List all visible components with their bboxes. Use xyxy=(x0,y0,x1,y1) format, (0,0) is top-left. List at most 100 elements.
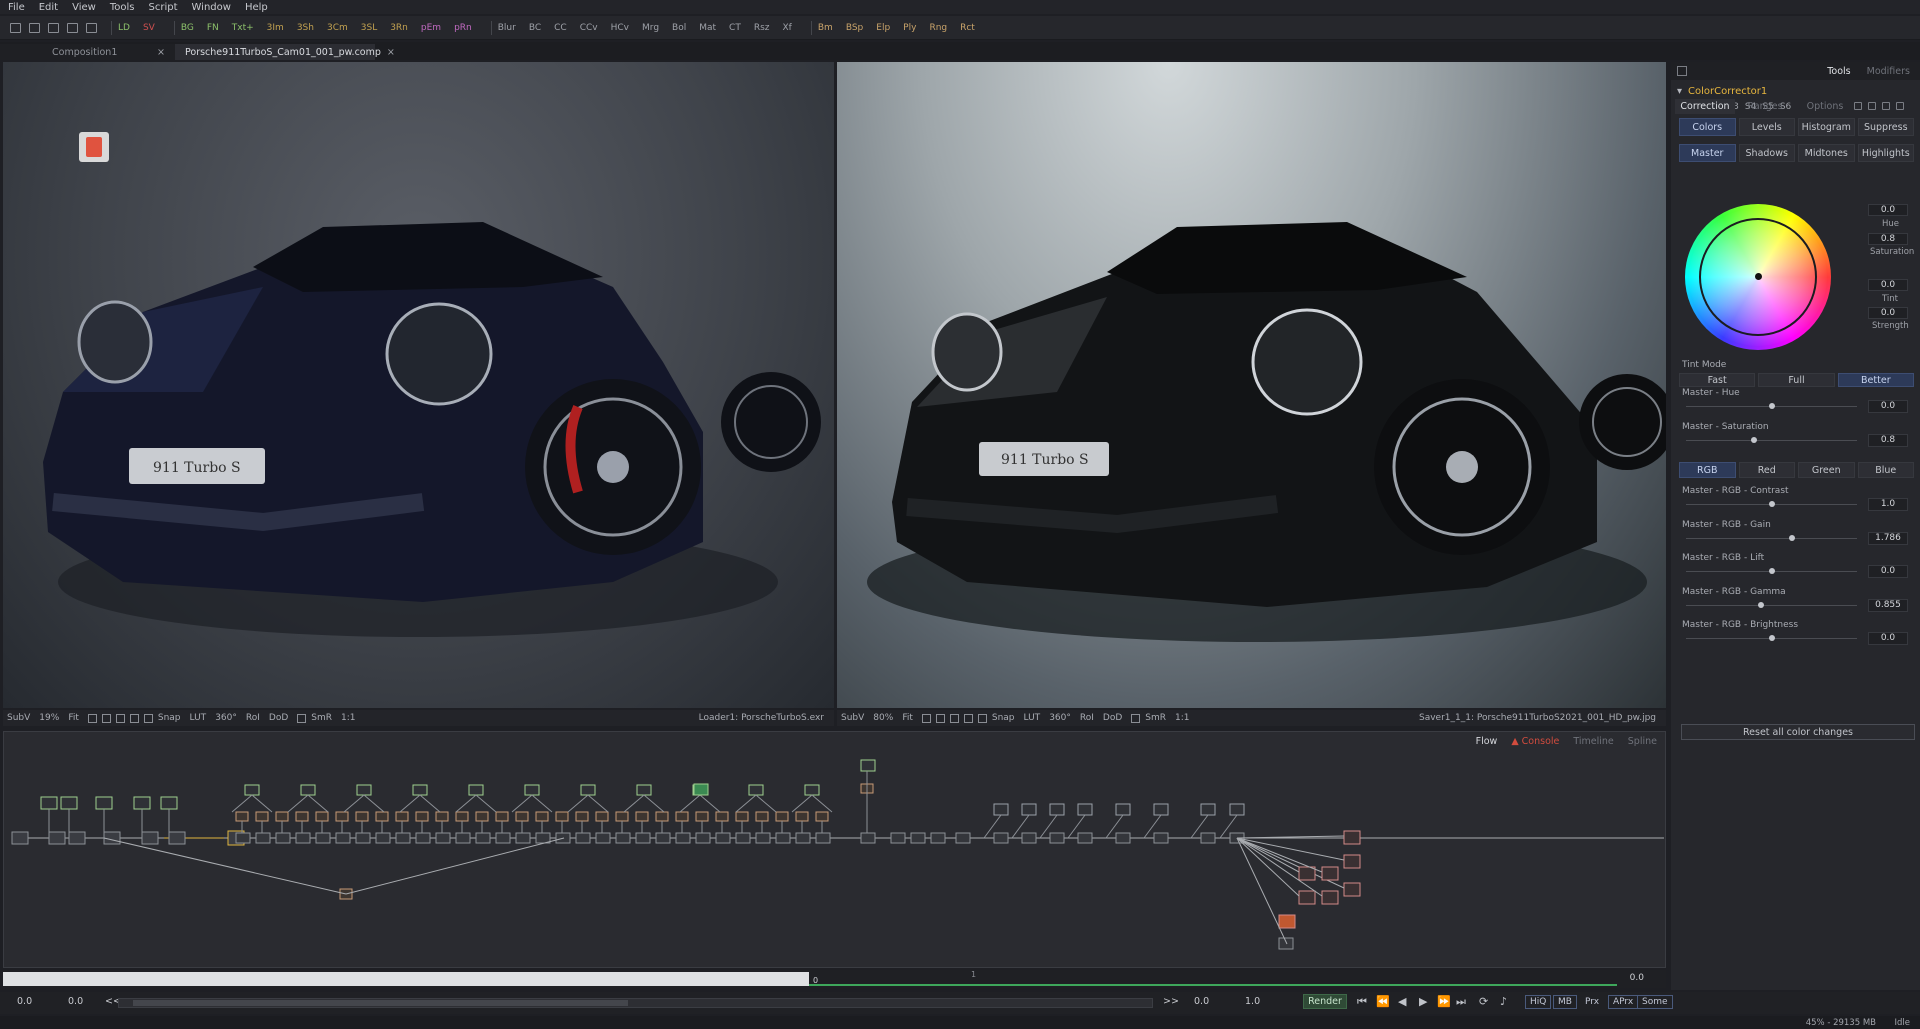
flow-node-source[interactable] xyxy=(860,759,876,772)
flow-node[interactable] xyxy=(575,832,591,844)
flow-node[interactable] xyxy=(455,832,471,844)
tool-button-3sh[interactable]: 3Sh xyxy=(297,23,314,33)
layout-icon-4[interactable] xyxy=(67,22,78,33)
render-start-field[interactable]: 0.0 xyxy=(68,996,83,1007)
fit-button[interactable]: Fit xyxy=(68,713,79,723)
tool-button-hcv[interactable]: HCv xyxy=(611,23,629,33)
master-button[interactable]: Master xyxy=(1679,144,1736,162)
lut-button[interactable]: LUT xyxy=(190,713,207,723)
flow-node[interactable] xyxy=(1153,832,1169,844)
flow-node-tool[interactable] xyxy=(595,811,609,822)
flow-node[interactable] xyxy=(775,832,791,844)
tool-button-ply[interactable]: Ply xyxy=(903,23,916,33)
flow-node[interactable] xyxy=(1278,937,1294,950)
slider-handle[interactable] xyxy=(1768,568,1775,574)
flow-node-tool[interactable] xyxy=(735,811,749,822)
flow-node-graph[interactable]: Flow ▲ Console Timeline Spline xyxy=(3,731,1666,968)
flow-node-active[interactable] xyxy=(693,783,709,796)
flow-node-source[interactable] xyxy=(133,796,151,810)
flow-node[interactable] xyxy=(1115,832,1131,844)
flow-node[interactable] xyxy=(515,832,531,844)
flow-node-tool[interactable] xyxy=(255,811,269,822)
suppress-button[interactable]: Suppress xyxy=(1857,118,1914,136)
ellipse-icon[interactable] xyxy=(977,713,987,723)
rectangle-icon[interactable] xyxy=(963,713,973,723)
lock-icon[interactable] xyxy=(297,713,307,723)
lock-icon[interactable] xyxy=(1131,713,1141,723)
tab-tools[interactable]: Tools xyxy=(1827,66,1850,77)
smr-button[interactable]: SmR xyxy=(1145,713,1166,723)
flow-node-source[interactable] xyxy=(1200,803,1216,816)
flow-node-source[interactable] xyxy=(1115,803,1131,816)
play-icon[interactable]: ▶ xyxy=(1419,995,1427,1008)
shadows-button[interactable]: Shadows xyxy=(1738,144,1795,162)
node-graph-canvas[interactable] xyxy=(4,732,1666,968)
flow-node[interactable] xyxy=(1049,832,1065,844)
flow-node-tool[interactable] xyxy=(375,811,389,822)
flow-node[interactable] xyxy=(535,832,551,844)
menu-file[interactable]: File xyxy=(8,2,25,13)
hiq-toggle[interactable]: HiQ xyxy=(1525,995,1552,1009)
flow-node-tool[interactable] xyxy=(535,811,549,822)
flow-node-source[interactable] xyxy=(356,784,372,796)
flow-node[interactable] xyxy=(1021,832,1037,844)
flow-node[interactable] xyxy=(715,832,731,844)
slider-master-rgb-contrast[interactable]: Master - RGB - Contrast 1.0 xyxy=(1671,486,1920,520)
slider-master-rgb-lift[interactable]: Master - RGB - Lift 0.0 xyxy=(1671,553,1920,587)
flow-node-tool[interactable] xyxy=(515,811,529,822)
tab-console[interactable]: ▲ Console xyxy=(1511,736,1559,747)
dod-button[interactable]: DoD xyxy=(269,713,288,723)
flow-node[interactable] xyxy=(141,831,159,845)
menu-help[interactable]: Help xyxy=(245,2,268,13)
flow-node-source[interactable] xyxy=(636,784,652,796)
slider-master-saturation[interactable]: Master - Saturation 0.8 xyxy=(1671,422,1920,456)
flow-node[interactable] xyxy=(375,832,391,844)
flow-node[interactable] xyxy=(168,831,186,845)
prx-toggle[interactable]: Prx xyxy=(1580,995,1604,1009)
slider-handle[interactable] xyxy=(1768,635,1775,641)
flow-node-saver-active[interactable] xyxy=(1278,914,1296,929)
slider-value-field[interactable]: 1.786 xyxy=(1868,531,1908,545)
flow-node-tool[interactable] xyxy=(275,811,289,822)
slider-value-field[interactable]: 0.855 xyxy=(1868,598,1908,612)
layout-icon-2[interactable] xyxy=(29,22,40,33)
aprx-toggle[interactable]: APrx xyxy=(1608,995,1639,1009)
flow-node[interactable] xyxy=(335,832,351,844)
color-wheel[interactable] xyxy=(1685,204,1831,350)
flow-node-source[interactable] xyxy=(244,784,260,796)
flow-node[interactable] xyxy=(435,832,451,844)
tool-button-rsz[interactable]: Rsz xyxy=(754,23,770,33)
midtones-button[interactable]: Midtones xyxy=(1798,144,1855,162)
tool-button-mat[interactable]: Mat xyxy=(699,23,716,33)
flow-node-source[interactable] xyxy=(468,784,484,796)
flow-node-source[interactable] xyxy=(412,784,428,796)
viewer-left[interactable]: 911 Turbo S xyxy=(3,62,834,708)
flow-node-source[interactable] xyxy=(993,803,1009,816)
tool-button-bg[interactable]: BG xyxy=(181,23,194,33)
slider-master-rgb-gamma[interactable]: Master - RGB - Gamma 0.855 xyxy=(1671,587,1920,621)
flow-node[interactable] xyxy=(735,832,751,844)
levels-button[interactable]: Levels xyxy=(1738,118,1795,136)
subview-button[interactable]: SubV xyxy=(7,713,30,723)
histogram-button[interactable]: Histogram xyxy=(1798,118,1855,136)
flow-node-tool[interactable] xyxy=(435,811,449,822)
step-forward-icon[interactable]: ⏩ xyxy=(1437,995,1451,1008)
fit-button[interactable]: Fit xyxy=(902,713,913,723)
subview-button[interactable]: SubV xyxy=(841,713,864,723)
flow-node[interactable] xyxy=(68,831,86,845)
flow-node-saver[interactable] xyxy=(1343,830,1361,845)
range-scrollbar[interactable] xyxy=(118,998,1153,1008)
tool-button-ct[interactable]: CT xyxy=(729,23,741,33)
tab-porsche-comp[interactable]: Porsche911TurboS_Cam01_001_pw.comp × xyxy=(175,44,395,60)
flow-node-tool[interactable] xyxy=(415,811,429,822)
slider-track[interactable] xyxy=(1686,439,1857,441)
slider-master-hue[interactable]: Master - Hue 0.0 xyxy=(1671,388,1920,422)
tool-button-rng[interactable]: Rng xyxy=(929,23,947,33)
flow-node-source[interactable] xyxy=(804,784,820,796)
menu-window[interactable]: Window xyxy=(192,2,231,13)
zoom-select[interactable]: 19% xyxy=(39,713,59,723)
flow-node-source[interactable] xyxy=(748,784,764,796)
color-wheel-handle[interactable] xyxy=(1755,273,1762,280)
tool-button-bsp[interactable]: BSp xyxy=(846,23,863,33)
stereo-button[interactable]: 360° xyxy=(215,713,237,723)
